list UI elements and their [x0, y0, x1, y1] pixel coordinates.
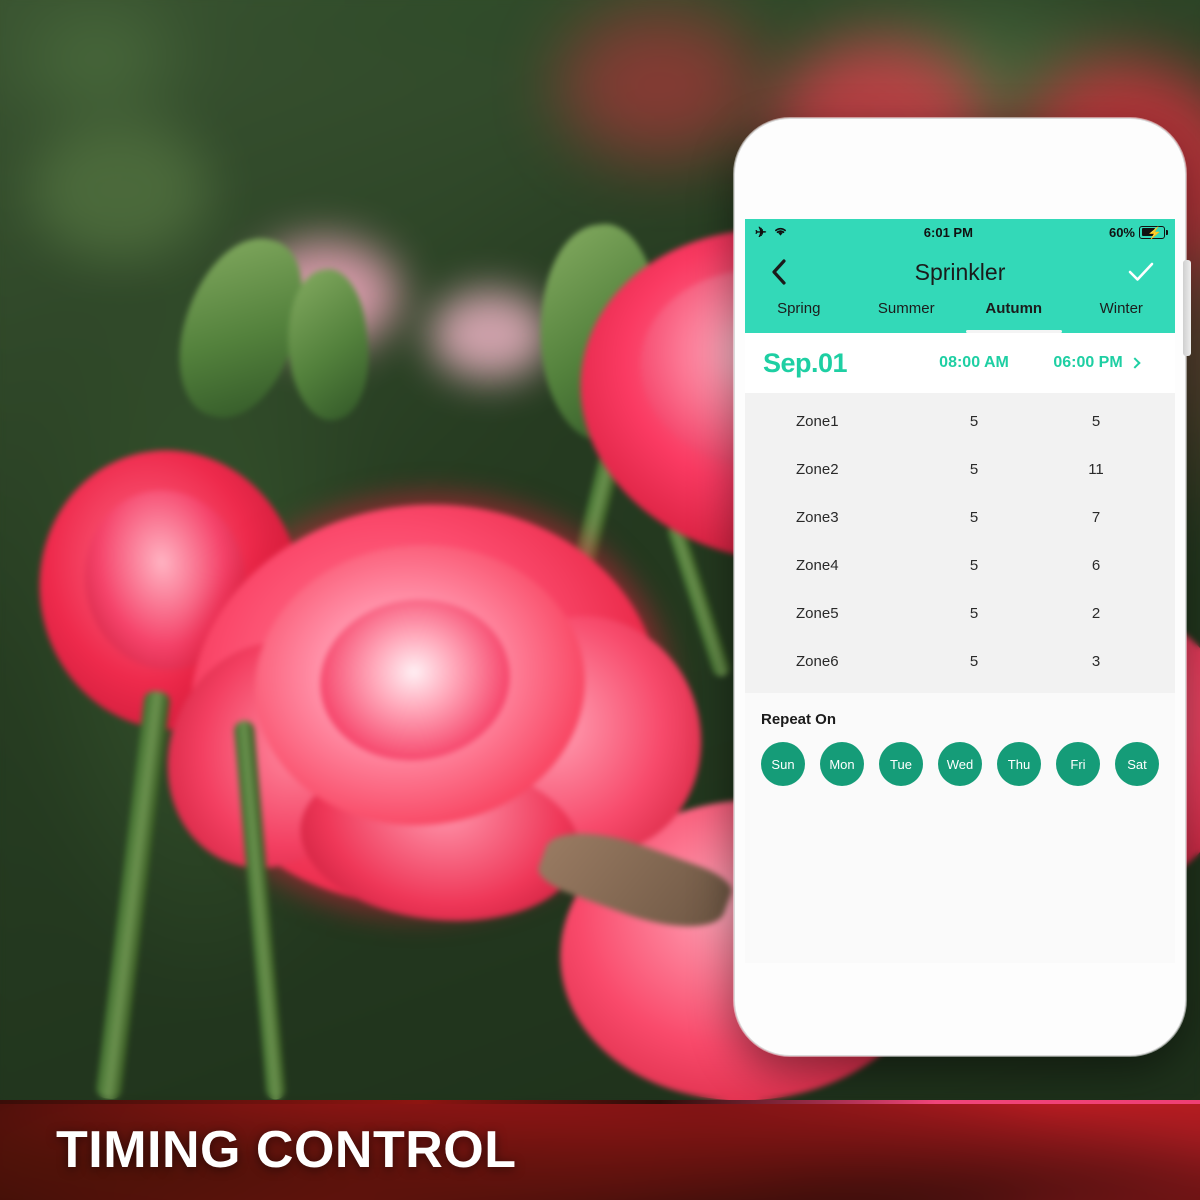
table-row[interactable]: Zone1 5 5 — [745, 397, 1175, 445]
tab-autumn-label: Autumn — [985, 300, 1043, 317]
day-chip-thu-label: Thu — [1007, 756, 1031, 772]
zone-value: 5 — [1091, 412, 1101, 430]
repeat-on-label: Repeat On — [761, 711, 837, 728]
navigation-bar: Sprinkler — [745, 245, 1175, 299]
table-row[interactable]: Zone2 5 11 — [745, 445, 1175, 493]
battery-percent-label: 60% — [1108, 224, 1135, 240]
day-chip-fri-label: Fri — [1070, 756, 1086, 772]
schedule-header-row[interactable]: Sep.01 08:00 AM 06:00 PM — [745, 333, 1175, 393]
day-chip-thu[interactable]: Thu — [997, 742, 1041, 786]
tab-spring-label: Spring — [777, 300, 821, 317]
chevron-right-icon — [1129, 357, 1141, 369]
zone-value: 6 — [1091, 556, 1101, 574]
battery-charging-icon: ⚡ — [1139, 225, 1168, 239]
day-chip-sat-label: Sat — [1127, 756, 1147, 772]
tab-summer-label: Summer — [877, 300, 935, 317]
zone-value: 7 — [1091, 508, 1101, 526]
zone-name: Zone1 — [796, 412, 839, 430]
tab-summer[interactable]: Summer — [853, 299, 961, 333]
table-row[interactable]: Zone6 5 3 — [745, 637, 1175, 685]
schedule-end-time: 06:00 PM — [1053, 354, 1123, 371]
day-chip-sun-label: Sun — [771, 756, 795, 772]
day-chip-tue[interactable]: Tue — [879, 742, 923, 786]
tab-autumn[interactable]: Autumn — [960, 299, 1068, 333]
zone-name: Zone4 — [796, 556, 839, 574]
day-chip-wed[interactable]: Wed — [938, 742, 982, 786]
app-screen: ✈ 6:01 PM 60% ⚡ Sprinkler Spring Summer … — [745, 219, 1175, 963]
airplane-icon: ✈ — [755, 224, 767, 240]
schedule-end-time-group[interactable]: 06:00 PM — [1035, 354, 1157, 372]
zone-duration: 5 — [969, 508, 979, 526]
page-title: Sprinkler — [914, 258, 1006, 285]
zone-duration: 5 — [969, 412, 979, 430]
zone-name: Zone6 — [796, 652, 839, 670]
status-bar-left: ✈ — [755, 225, 788, 240]
tab-winter-label: Winter — [1099, 300, 1143, 317]
wifi-icon — [773, 225, 788, 240]
status-bar-time: 6:01 PM — [923, 224, 973, 240]
zone-duration: 5 — [969, 604, 979, 622]
day-chip-tue-label: Tue — [890, 756, 912, 772]
zone-value: 2 — [1091, 604, 1101, 622]
zone-duration: 5 — [969, 556, 979, 574]
repeat-day-chips: Sun Mon Tue Wed Thu Fri Sat — [761, 742, 1159, 786]
zone-duration: 5 — [969, 652, 979, 670]
table-row[interactable]: Zone4 5 6 — [745, 541, 1175, 589]
zone-value: 11 — [1088, 460, 1104, 478]
day-chip-wed-label: Wed — [946, 756, 974, 772]
table-row[interactable]: Zone3 5 7 — [745, 493, 1175, 541]
tab-winter[interactable]: Winter — [1068, 299, 1176, 333]
tab-spring[interactable]: Spring — [745, 299, 853, 333]
day-chip-fri[interactable]: Fri — [1056, 742, 1100, 786]
zone-list: Zone1 5 5 Zone2 5 11 Zone3 5 7 Zone4 5 6… — [745, 393, 1175, 693]
schedule-start-time[interactable]: 08:00 AM — [913, 354, 1035, 372]
day-chip-mon[interactable]: Mon — [820, 742, 864, 786]
table-row[interactable]: Zone5 5 2 — [745, 589, 1175, 637]
zone-duration: 5 — [969, 460, 979, 478]
caption-top-edge — [0, 1100, 1200, 1104]
schedule-date: Sep.01 — [763, 347, 848, 378]
zone-name: Zone5 — [796, 604, 839, 622]
status-bar-right: 60% ⚡ — [1108, 224, 1168, 240]
phone-side-button[interactable] — [1183, 260, 1191, 356]
day-chip-mon-label: Mon — [829, 756, 855, 772]
back-chevron-icon[interactable] — [765, 258, 793, 286]
status-bar: ✈ 6:01 PM 60% ⚡ — [745, 219, 1175, 245]
caption-banner: TIMING CONTROL — [0, 1100, 1200, 1200]
checkmark-icon[interactable] — [1127, 258, 1155, 286]
zone-value: 3 — [1091, 652, 1101, 670]
zone-name: Zone2 — [796, 460, 839, 478]
caption-title: TIMING CONTROL — [56, 1121, 517, 1179]
day-chip-sun[interactable]: Sun — [761, 742, 805, 786]
zone-name: Zone3 — [796, 508, 839, 526]
repeat-section: Repeat On Sun Mon Tue Wed Thu Fri Sat — [745, 693, 1175, 786]
day-chip-sat[interactable]: Sat — [1115, 742, 1159, 786]
season-tabs: Spring Summer Autumn Winter — [745, 299, 1175, 333]
